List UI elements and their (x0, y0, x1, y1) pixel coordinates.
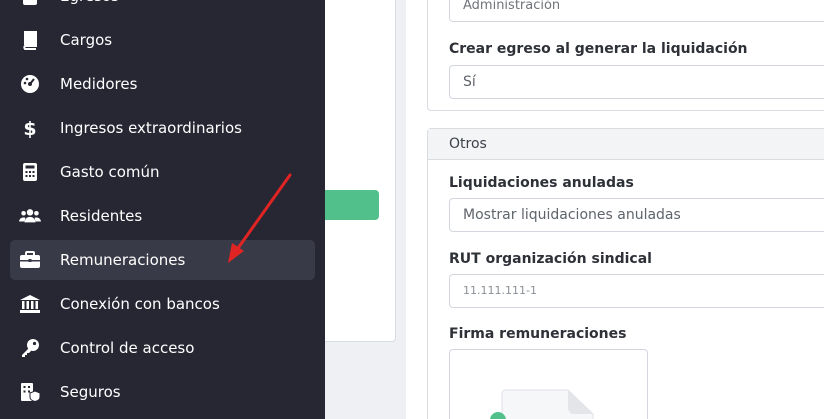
sidebar-item-label: Cargos (60, 31, 113, 49)
sidebar-item-label: Gasto común (60, 163, 160, 181)
liquidaciones-anuladas-label: Liquidaciones anuladas (449, 175, 634, 191)
sidebar-item-label: Medidores (60, 75, 138, 93)
gauge-icon (19, 73, 41, 95)
crear-egreso-label: Crear egreso al generar la liquidación (449, 41, 748, 57)
calculator-icon (19, 161, 41, 183)
rut-sindical-input[interactable]: 11.111.111-1 (449, 274, 824, 308)
sidebar-item-cargos[interactable]: Cargos (10, 20, 315, 60)
dollar-icon: $ (19, 117, 41, 139)
users-icon (19, 205, 41, 227)
otros-card-header: Otros (428, 129, 824, 160)
liquidaciones-anuladas-select[interactable]: Mostrar liquidaciones anuladas (449, 198, 824, 232)
primary-action-button[interactable] (325, 190, 379, 220)
receipt-icon (19, 0, 41, 7)
firma-upload-area[interactable] (449, 349, 648, 419)
sidebar-item-label: Seguros (60, 383, 121, 401)
firma-remuneraciones-label: Firma remuneraciones (449, 326, 627, 342)
middle-card (325, 0, 396, 342)
bank-icon (19, 293, 41, 315)
otros-card-title: Otros (449, 136, 487, 152)
book-icon (19, 29, 41, 51)
sidebar: Egresos Cargos Medidores $ Ingresos extr… (0, 0, 325, 419)
sidebar-item-seguros[interactable]: Seguros (10, 372, 315, 412)
sidebar-item-remuneraciones[interactable]: Remuneraciones (10, 240, 315, 280)
sidebar-item-label: Residentes (60, 207, 143, 225)
top-select-field[interactable]: Administración (449, 0, 824, 22)
sidebar-item-ingresos-extraordinarios[interactable]: $ Ingresos extraordinarios (10, 108, 315, 148)
sidebar-item-conexion-bancos[interactable]: Conexión con bancos (10, 284, 315, 324)
sidebar-item-label: Conexión con bancos (60, 295, 220, 313)
key-icon (19, 337, 41, 359)
sidebar-item-residentes[interactable]: Residentes (10, 196, 315, 236)
sidebar-item-medidores[interactable]: Medidores (10, 64, 315, 104)
sidebar-item-control-acceso[interactable]: Control de acceso (10, 328, 315, 368)
building-shield-icon (19, 381, 41, 403)
rut-sindical-label: RUT organización sindical (449, 251, 652, 267)
sidebar-item-label: Ingresos extraordinarios (60, 119, 242, 137)
briefcase-icon (19, 249, 41, 271)
sidebar-item-gasto-comun[interactable]: Gasto común (10, 152, 315, 192)
svg-text:$: $ (23, 118, 36, 139)
file-placeholder-icon (490, 389, 594, 419)
sidebar-item-label: Egresos (60, 0, 119, 16)
sidebar-item-egresos[interactable]: Egresos (10, 0, 315, 16)
sidebar-item-label: Remuneraciones (60, 251, 186, 269)
sidebar-item-label: Control de acceso (60, 339, 195, 357)
crear-egreso-select[interactable]: Sí (449, 65, 824, 99)
